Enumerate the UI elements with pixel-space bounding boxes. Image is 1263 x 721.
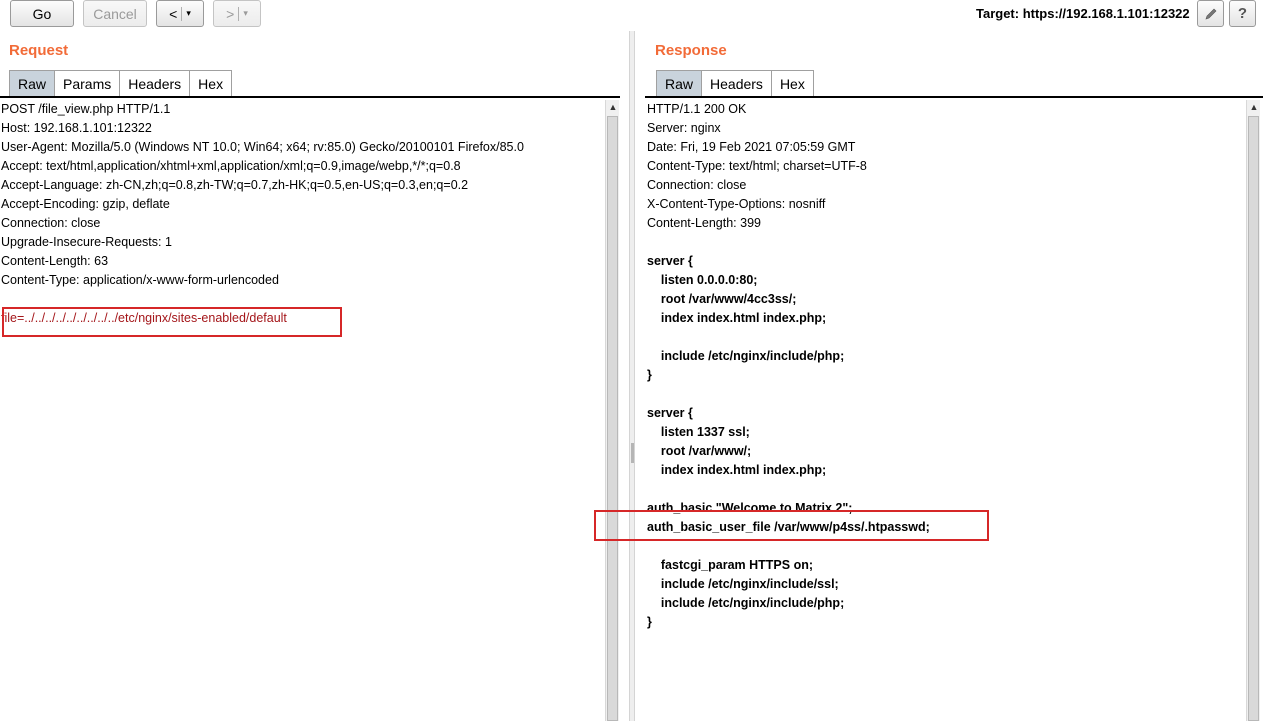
request-line: POST /file_view.php HTTP/1.1	[1, 102, 171, 116]
tab-hex[interactable]: Hex	[189, 70, 233, 97]
request-title: Request	[9, 42, 69, 59]
button-separator	[181, 6, 183, 21]
response-body-line: include /etc/nginx/include/php;	[647, 349, 845, 363]
htpasswd-highlight-box	[594, 510, 989, 541]
tab-hex[interactable]: Hex	[770, 70, 814, 97]
payload-highlight-box	[2, 307, 342, 337]
response-body-line: include /etc/nginx/include/ssl;	[647, 577, 839, 591]
response-editor[interactable]: HTTP/1.1 200 OK Server: nginx Date: Fri,…	[647, 100, 1245, 721]
button-separator	[238, 6, 240, 21]
response-body-line: index index.html index.php;	[647, 311, 827, 325]
response-header-line: HTTP/1.1 200 OK	[647, 102, 747, 116]
response-header-line: X-Content-Type-Options: nosniff	[647, 197, 826, 211]
response-body-line	[647, 480, 1245, 499]
request-tabs: Raw Params Headers Hex	[9, 70, 233, 97]
request-line: Content-Type: application/x-www-form-url…	[1, 273, 279, 287]
scrollbar-thumb[interactable]	[607, 116, 618, 721]
pencil-icon	[1205, 8, 1216, 19]
response-body-line: }	[647, 368, 652, 382]
response-body-line: include /etc/nginx/include/php;	[647, 596, 845, 610]
request-line: Accept-Encoding: gzip, deflate	[1, 197, 170, 211]
response-body-line: server {	[647, 254, 693, 268]
tab-raw[interactable]: Raw	[9, 70, 56, 97]
response-body-line: listen 0.0.0.0:80;	[647, 273, 758, 287]
tab-headers[interactable]: Headers	[119, 70, 191, 97]
response-header-line: Connection: close	[647, 178, 747, 192]
chevron-down-icon[interactable]: ▾	[243, 8, 248, 19]
request-scrollbar[interactable]: ▲	[605, 100, 619, 721]
request-editor[interactable]: POST /file_view.php HTTP/1.1 Host: 192.1…	[1, 100, 604, 721]
response-title: Response	[655, 42, 727, 59]
response-body-line: }	[647, 615, 652, 629]
tab-headers[interactable]: Headers	[701, 70, 772, 97]
tab-params[interactable]: Params	[54, 70, 121, 97]
request-line: Accept: text/html,application/xhtml+xml,…	[1, 159, 461, 173]
target-label: Target: https://192.168.1.101:12322	[976, 6, 1190, 21]
request-line: Connection: close	[1, 216, 101, 230]
chevron-down-icon[interactable]: ▾	[186, 8, 191, 19]
tab-raw[interactable]: Raw	[656, 70, 703, 97]
forward-arrow-icon: >	[226, 5, 235, 22]
request-line: Upgrade-Insecure-Requests: 1	[1, 235, 172, 249]
scroll-up-icon[interactable]: ▲	[606, 100, 620, 114]
request-line: Host: 192.168.1.101:12322	[1, 121, 152, 135]
toolbar: Go Cancel < ▾ > ▾ Target: https://192.16…	[0, 0, 1263, 31]
response-header-line: Server: nginx	[647, 121, 721, 135]
go-button[interactable]: Go	[10, 0, 74, 27]
request-line: User-Agent: Mozilla/5.0 (Windows NT 10.0…	[1, 140, 524, 154]
response-body-line	[647, 328, 1245, 347]
response-body-line: listen 1337 ssl;	[647, 425, 750, 439]
back-arrow-icon: <	[169, 5, 178, 22]
cancel-button[interactable]: Cancel	[83, 0, 147, 27]
response-header-line: Content-Length: 399	[647, 216, 761, 230]
response-header-line	[647, 233, 1245, 252]
response-body-line: index index.html index.php;	[647, 463, 827, 477]
back-button[interactable]: < ▾	[156, 0, 204, 27]
response-header-line: Content-Type: text/html; charset=UTF-8	[647, 159, 867, 173]
tab-underline	[0, 96, 620, 98]
response-scrollbar[interactable]: ▲	[1246, 100, 1260, 721]
response-body-line: root /var/www/;	[647, 444, 752, 458]
request-line: Content-Length: 63	[1, 254, 109, 268]
splitter-grip-icon[interactable]	[631, 443, 634, 463]
scrollbar-thumb[interactable]	[1248, 116, 1259, 721]
response-body-line: server {	[647, 406, 693, 420]
response-body-line: fastcgi_param HTTPS on;	[647, 558, 814, 572]
forward-button[interactable]: > ▾	[213, 0, 261, 27]
response-body-line: root /var/www/4cc3ss/;	[647, 292, 797, 306]
tab-underline	[645, 96, 1263, 98]
pane-splitter[interactable]	[629, 31, 635, 721]
response-header-line: Date: Fri, 19 Feb 2021 07:05:59 GMT	[647, 140, 856, 154]
response-tabs: Raw Headers Hex	[656, 70, 814, 97]
scroll-up-icon[interactable]: ▲	[1247, 100, 1261, 114]
response-body-line	[647, 385, 1245, 404]
request-line: Accept-Language: zh-CN,zh;q=0.8,zh-TW;q=…	[1, 178, 469, 192]
help-button[interactable]: ?	[1229, 0, 1256, 27]
edit-target-button[interactable]	[1197, 0, 1224, 27]
